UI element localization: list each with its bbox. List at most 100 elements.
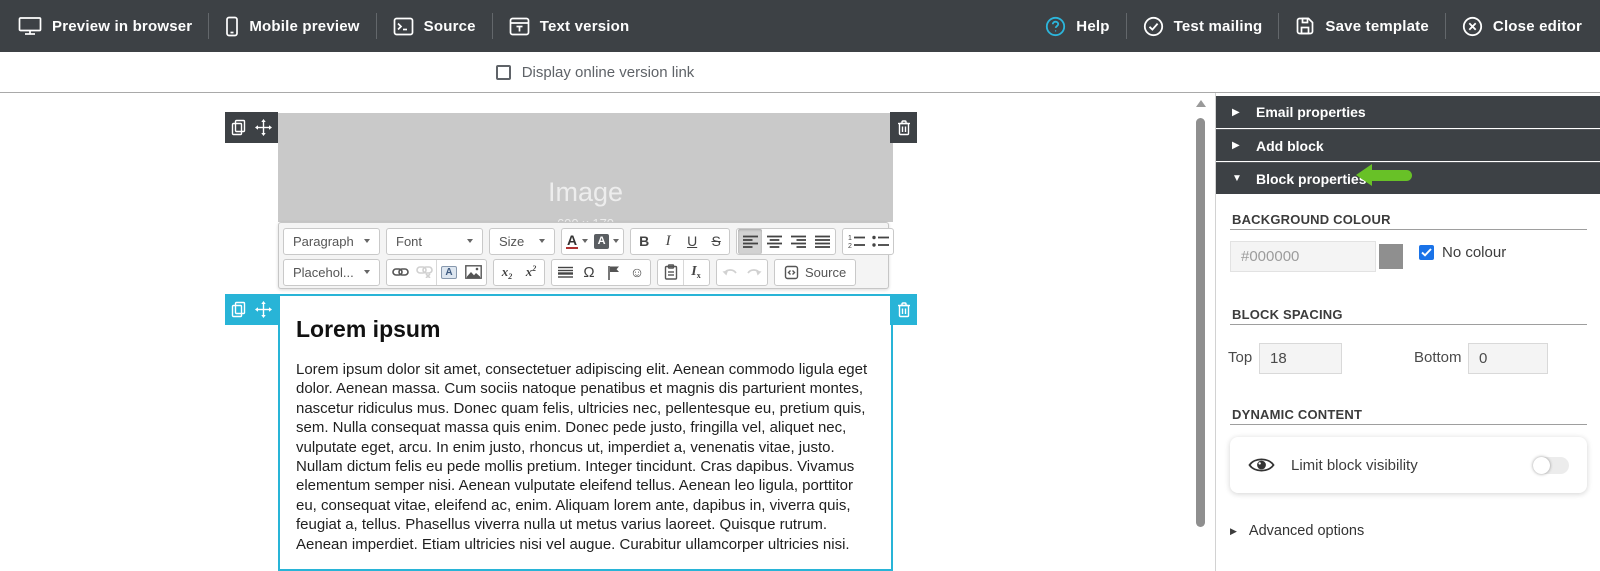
duplicate-icon[interactable] (231, 119, 246, 136)
size-dropdown[interactable]: Size (491, 229, 553, 254)
text-block-selected[interactable]: Lorem ipsum Lorem ipsum dolor sit amet, … (278, 294, 893, 571)
align-justify-icon (815, 235, 830, 248)
colour-swatch[interactable] (1379, 244, 1403, 269)
advanced-options-button[interactable]: ▶ Advanced options (1230, 523, 1364, 539)
preview-in-browser-button[interactable]: Preview in browser (18, 16, 192, 36)
test-mailing-button[interactable]: Test mailing (1143, 16, 1263, 37)
image-block-handle (225, 112, 278, 143)
background-colour-input[interactable] (1230, 241, 1376, 272)
align-right-button[interactable] (786, 229, 810, 254)
numbered-list-button[interactable]: 12 (844, 229, 868, 254)
save-template-label: Save template (1325, 18, 1428, 35)
rich-text-toolbar: Paragraph Font Size A A (278, 222, 889, 289)
redo-button[interactable] (742, 260, 766, 285)
help-button[interactable]: Help (1045, 16, 1109, 37)
email-properties-label: Email properties (1256, 104, 1366, 120)
trash-icon[interactable] (897, 302, 911, 318)
align-center-button[interactable] (762, 229, 786, 254)
emoji-button[interactable]: ☺ (625, 260, 649, 285)
monitor-icon (18, 16, 42, 36)
save-template-button[interactable]: Save template (1295, 16, 1428, 36)
italic-button[interactable]: I (656, 229, 680, 254)
subscript-button[interactable]: x2 (495, 260, 519, 285)
spacing-bottom-input[interactable] (1468, 343, 1548, 374)
superscript-small: 2 (532, 264, 536, 273)
insert-image-button[interactable] (461, 260, 485, 285)
move-icon[interactable] (255, 119, 272, 136)
link-icon (392, 267, 409, 277)
collapsed-arrow-icon: ▶ (1232, 107, 1256, 118)
block-properties-label: Block properties (1256, 171, 1366, 187)
limit-visibility-toggle[interactable] (1533, 457, 1569, 474)
smiley-icon: ☺ (630, 264, 644, 280)
bold-button[interactable]: B (632, 229, 656, 254)
text-color-icon: A (566, 233, 578, 249)
horizontal-rule-button[interactable] (553, 260, 577, 285)
toolbar-row-2: Placehol... A x2 (283, 257, 884, 287)
special-character-button[interactable]: Ω (577, 260, 601, 285)
panel-block-properties[interactable]: ▼ Block properties (1216, 162, 1600, 194)
anchor-field-button[interactable]: A (437, 260, 461, 285)
text-block-delete (890, 294, 917, 325)
font-group: Font (386, 228, 483, 255)
undo-button[interactable] (718, 260, 742, 285)
check-icon (1421, 248, 1432, 257)
mobile-preview-button[interactable]: Mobile preview (225, 16, 359, 37)
chevron-down-icon (364, 239, 370, 243)
underline-button[interactable]: U (680, 229, 704, 254)
text-color-button[interactable]: A (563, 229, 591, 254)
spacing-top-label: Top (1228, 349, 1252, 366)
panel-add-block[interactable]: ▶ Add block (1216, 129, 1600, 161)
source-doc-icon (784, 265, 799, 280)
spacing-top-input[interactable] (1259, 343, 1342, 374)
source-code-button[interactable]: Source (776, 260, 854, 285)
script-group: x2 x2 (493, 259, 545, 286)
font-dropdown[interactable]: Font (388, 229, 481, 254)
color-group: A A (561, 228, 624, 255)
strikethrough-button[interactable]: S (704, 229, 728, 254)
toolbar-divider (1126, 13, 1127, 39)
image-block[interactable]: Image 600 x 170 (278, 113, 893, 222)
text-block-heading: Lorem ipsum (296, 316, 875, 343)
align-group (736, 228, 836, 255)
eye-icon (1248, 456, 1275, 474)
scrollbar-up-arrow[interactable] (1196, 100, 1206, 107)
source-button[interactable]: Source (393, 17, 476, 36)
align-left-button[interactable] (738, 229, 762, 254)
placeholder-dropdown[interactable]: Placehol... (285, 260, 378, 285)
text-version-label: Text version (540, 18, 630, 35)
link-button[interactable] (388, 260, 412, 285)
remove-format-button[interactable]: Ix (684, 260, 708, 285)
panel-email-properties[interactable]: ▶ Email properties (1216, 96, 1600, 128)
unlink-button[interactable] (412, 260, 436, 285)
help-icon (1045, 16, 1066, 37)
scrollbar-thumb[interactable] (1196, 118, 1205, 527)
toolbar-divider (1278, 13, 1279, 39)
size-group: Size (489, 228, 555, 255)
section-divider (1230, 229, 1587, 230)
superscript-button[interactable]: x2 (519, 260, 543, 285)
size-label: Size (499, 234, 524, 249)
close-editor-button[interactable]: Close editor (1462, 16, 1582, 37)
flag-button[interactable] (601, 260, 625, 285)
chevron-down-icon (613, 239, 619, 243)
dynamic-content-title: DYNAMIC CONTENT (1232, 407, 1362, 422)
background-color-button[interactable]: A (591, 229, 622, 254)
move-icon[interactable] (255, 301, 272, 318)
advanced-options-label: Advanced options (1249, 523, 1364, 539)
bullet-list-button[interactable] (868, 229, 892, 254)
align-justify-button[interactable] (810, 229, 834, 254)
trash-icon[interactable] (897, 120, 911, 136)
text-version-button[interactable]: Text version (509, 17, 630, 36)
email-editor-app: Preview in browser Mobile preview Source (0, 0, 1600, 571)
duplicate-icon[interactable] (231, 301, 246, 318)
image-placeholder-label: Image (278, 177, 893, 208)
paste-template-button[interactable] (659, 260, 683, 285)
display-online-version-checkbox[interactable] (496, 65, 511, 80)
horizontal-rule-icon (558, 266, 573, 279)
no-colour-checkbox[interactable] (1419, 245, 1434, 260)
list-group: 12 (842, 228, 894, 255)
paragraph-format-dropdown[interactable]: Paragraph (285, 229, 378, 254)
online-version-bar: Display online version link (0, 52, 1600, 93)
expanded-arrow-icon: ▼ (1232, 173, 1256, 184)
